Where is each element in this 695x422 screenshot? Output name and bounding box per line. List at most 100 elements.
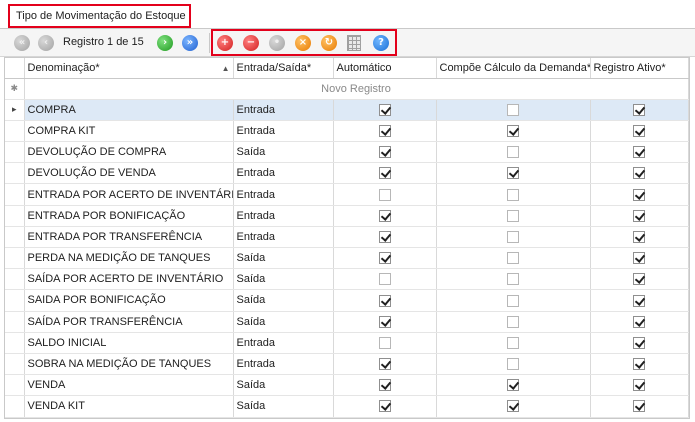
cell-demand[interactable]: [436, 311, 591, 333]
cell-denominacao[interactable]: ENTRADA POR TRANSFERÊNCIA: [24, 226, 234, 249]
cell-auto[interactable]: [333, 289, 437, 312]
cell-active[interactable]: [590, 120, 689, 143]
active-checkbox[interactable]: [633, 188, 645, 201]
cell-demand[interactable]: [436, 247, 591, 270]
table-row[interactable]: SAÍDA POR ACERTO DE INVENTÁRIO Saída: [5, 268, 689, 291]
demand-checkbox[interactable]: [507, 167, 519, 180]
active-checkbox[interactable]: [633, 252, 645, 265]
cell-denominacao[interactable]: SAÍDA POR ACERTO DE INVENTÁRIO: [24, 268, 234, 291]
table-row[interactable]: DEVOLUÇÃO DE COMPRA Saída: [5, 141, 689, 164]
auto-checkbox[interactable]: [378, 146, 391, 159]
cell-entrada-saida[interactable]: Saída: [233, 311, 334, 333]
column-header-denominacao[interactable]: Denominação* ▲: [24, 58, 234, 79]
nav-last-icon[interactable]: »: [182, 35, 198, 51]
active-checkbox[interactable]: [633, 167, 645, 180]
cell-active[interactable]: [590, 162, 689, 185]
demand-checkbox[interactable]: [507, 125, 519, 138]
cell-demand[interactable]: [436, 120, 591, 143]
cell-auto[interactable]: [333, 353, 437, 376]
cell-auto[interactable]: [333, 226, 437, 249]
cell-denominacao[interactable]: COMPRA: [24, 99, 234, 121]
cell-auto[interactable]: [333, 120, 437, 143]
cell-entrada-saida[interactable]: Entrada: [233, 226, 334, 249]
demand-checkbox[interactable]: [507, 209, 519, 222]
demand-checkbox[interactable]: [507, 294, 519, 307]
cell-active[interactable]: [590, 226, 689, 249]
cell-entrada-saida[interactable]: Entrada: [233, 120, 334, 143]
cell-active[interactable]: [590, 311, 689, 333]
cell-auto[interactable]: [333, 99, 437, 121]
column-header-registro-ativo[interactable]: Registro Ativo*: [590, 58, 689, 79]
demand-checkbox[interactable]: [507, 336, 519, 349]
cell-auto[interactable]: [333, 141, 437, 164]
demand-checkbox[interactable]: [507, 315, 519, 328]
table-row[interactable]: ENTRADA POR ACERTO DE INVENTÁRIO Entrada: [5, 183, 689, 206]
auto-checkbox[interactable]: [378, 103, 391, 116]
cell-auto[interactable]: [333, 205, 437, 227]
auto-checkbox[interactable]: [378, 125, 391, 138]
table-row[interactable]: DEVOLUÇÃO DE VENDA Entrada: [5, 162, 689, 185]
cell-auto[interactable]: [333, 162, 437, 185]
table-row[interactable]: ▸ COMPRA Entrada: [5, 99, 689, 121]
cell-entrada-saida[interactable]: Entrada: [233, 205, 334, 227]
table-row[interactable]: ENTRADA POR BONIFICAÇÃO Entrada: [5, 205, 689, 227]
cell-demand[interactable]: [436, 162, 591, 185]
demand-checkbox[interactable]: [507, 103, 519, 116]
auto-checkbox[interactable]: [378, 252, 391, 265]
cell-demand[interactable]: [436, 332, 591, 354]
active-checkbox[interactable]: [633, 336, 645, 349]
nav-first-icon[interactable]: «: [14, 35, 30, 51]
demand-checkbox[interactable]: [507, 379, 519, 392]
new-record-placeholder[interactable]: Novo Registro: [24, 78, 689, 100]
cell-denominacao[interactable]: VENDA: [24, 374, 234, 397]
tab-tipo-movimentacao[interactable]: Tipo de Movimentação do Estoque: [8, 4, 191, 28]
cell-active[interactable]: [590, 332, 689, 354]
demand-checkbox[interactable]: [507, 230, 519, 243]
active-checkbox[interactable]: [633, 273, 645, 286]
cell-auto[interactable]: [333, 247, 437, 270]
cell-demand[interactable]: [436, 374, 591, 397]
new-record-row[interactable]: ✱ Novo Registro: [5, 78, 689, 100]
cell-demand[interactable]: [436, 183, 591, 206]
active-checkbox[interactable]: [633, 400, 645, 413]
cell-demand[interactable]: [436, 268, 591, 291]
cell-entrada-saida[interactable]: Entrada: [233, 353, 334, 376]
table-row[interactable]: SOBRA NA MEDIÇÃO DE TANQUES Entrada: [5, 353, 689, 376]
cell-demand[interactable]: [436, 353, 591, 376]
cell-demand[interactable]: [436, 226, 591, 249]
column-header-demanda[interactable]: Compõe Cálculo da Demanda*: [436, 58, 591, 79]
cell-auto[interactable]: [333, 395, 437, 418]
table-row[interactable]: VENDA KIT Saída: [5, 395, 689, 418]
cell-denominacao[interactable]: COMPRA KIT: [24, 120, 234, 143]
nav-next-icon[interactable]: ›: [157, 35, 173, 51]
cell-denominacao[interactable]: SOBRA NA MEDIÇÃO DE TANQUES: [24, 353, 234, 376]
cell-entrada-saida[interactable]: Saída: [233, 247, 334, 270]
cell-entrada-saida[interactable]: Saída: [233, 268, 334, 291]
active-checkbox[interactable]: [633, 125, 645, 138]
auto-checkbox[interactable]: [378, 294, 391, 307]
cell-entrada-saida[interactable]: Saída: [233, 141, 334, 164]
cell-entrada-saida[interactable]: Entrada: [233, 183, 334, 206]
demand-checkbox[interactable]: [507, 273, 519, 286]
cell-denominacao[interactable]: PERDA NA MEDIÇÃO DE TANQUES: [24, 247, 234, 270]
table-row[interactable]: VENDA Saída: [5, 374, 689, 397]
table-row[interactable]: PERDA NA MEDIÇÃO DE TANQUES Saída: [5, 247, 689, 270]
table-row[interactable]: ENTRADA POR TRANSFERÊNCIA Entrada: [5, 226, 689, 249]
nav-previous-icon[interactable]: ‹: [38, 35, 54, 51]
auto-checkbox[interactable]: [378, 336, 391, 349]
cell-demand[interactable]: [436, 289, 591, 312]
cell-auto[interactable]: [333, 183, 437, 206]
cell-active[interactable]: [590, 141, 689, 164]
demand-checkbox[interactable]: [507, 252, 519, 265]
auto-checkbox[interactable]: [378, 230, 391, 243]
table-row[interactable]: COMPRA KIT Entrada: [5, 120, 689, 143]
active-checkbox[interactable]: [633, 103, 645, 116]
demand-checkbox[interactable]: [507, 146, 519, 159]
active-checkbox[interactable]: [633, 146, 645, 159]
cell-demand[interactable]: [436, 205, 591, 227]
active-checkbox[interactable]: [633, 315, 645, 328]
cell-auto[interactable]: [333, 268, 437, 291]
auto-checkbox[interactable]: [378, 209, 391, 222]
cell-active[interactable]: [590, 395, 689, 418]
cell-denominacao[interactable]: ENTRADA POR ACERTO DE INVENTÁRIO: [24, 183, 234, 206]
